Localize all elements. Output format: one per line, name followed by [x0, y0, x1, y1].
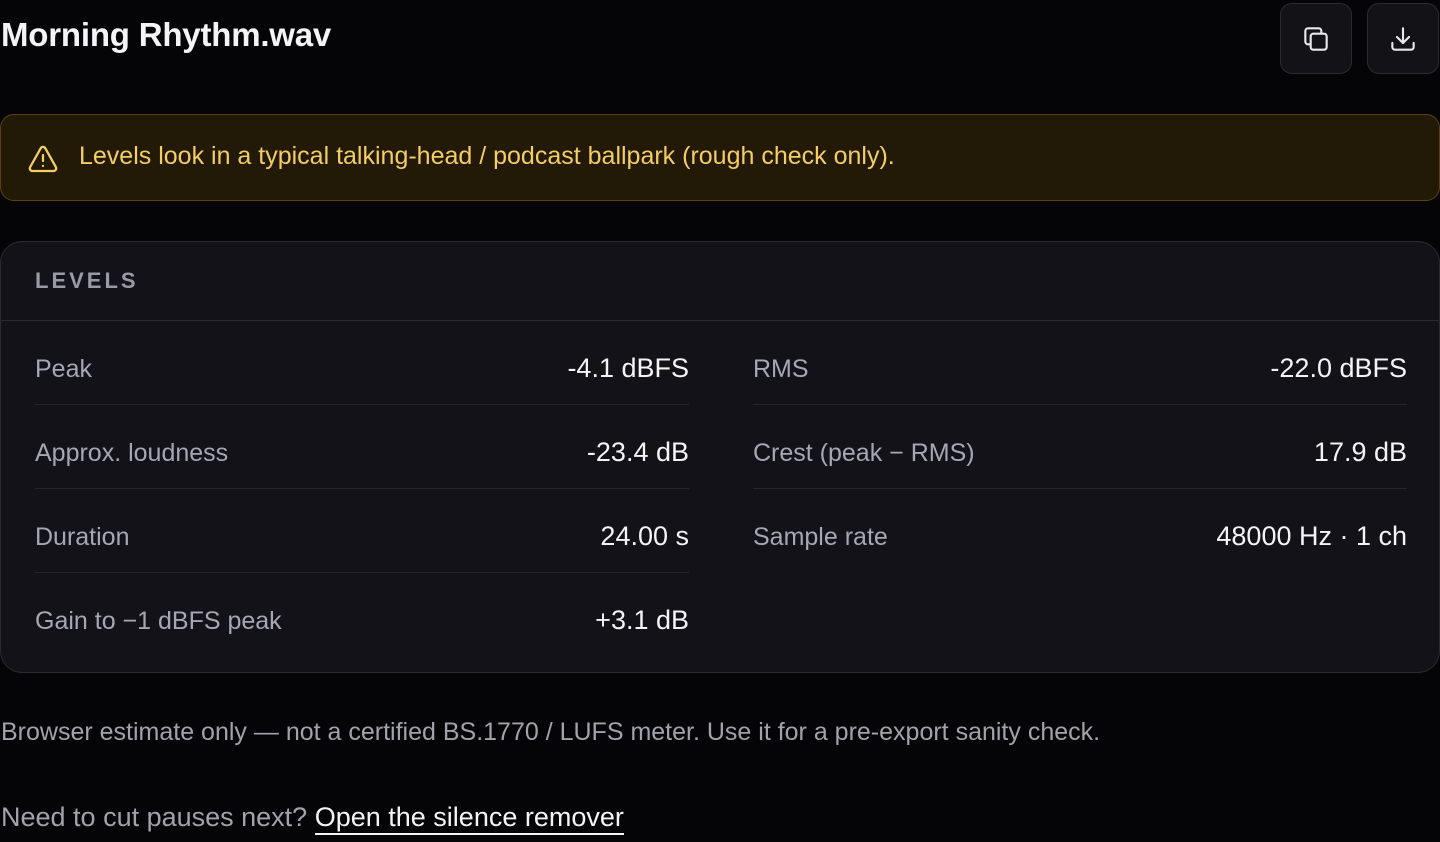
next-step: Need to cut pauses next? Open the silenc… — [1, 802, 624, 835]
metric-value: -22.0 dBFS — [1270, 353, 1407, 383]
alert-text: Levels look in a typical talking-head / … — [79, 142, 895, 170]
page: Morning Rhythm.wav Levels look in a typi… — [0, 0, 1440, 842]
metric-value: -23.4 dB — [586, 437, 689, 467]
metric-label: Peak — [35, 355, 92, 383]
metric-row-rms: RMS -22.0 dBFS — [753, 321, 1407, 405]
download-icon — [1391, 26, 1415, 51]
metric-label: Sample rate — [753, 523, 888, 551]
silence-remover-link[interactable]: Open the silence remover — [314, 802, 624, 835]
estimate-note: Browser estimate only — not a certified … — [1, 718, 1101, 746]
metric-label: Approx. loudness — [35, 439, 229, 467]
next-step-prefix: Need to cut pauses next? — [1, 802, 308, 832]
metric-value: 24.00 s — [600, 521, 689, 551]
levels-card: LEVELS Peak -4.1 dBFS Approx. loudness -… — [0, 241, 1440, 673]
copy-button[interactable] — [1280, 3, 1352, 74]
header: Morning Rhythm.wav — [0, 0, 1440, 76]
metric-row-duration: Duration 24.00 s — [35, 489, 689, 573]
levels-title: LEVELS — [35, 268, 139, 293]
metric-label: Gain to −1 dBFS peak — [35, 607, 282, 635]
download-button[interactable] — [1367, 3, 1439, 74]
metric-label: RMS — [753, 355, 809, 383]
metric-value: 17.9 dB — [1313, 437, 1407, 467]
warning-triangle-icon — [28, 145, 58, 173]
metric-label: Duration — [35, 523, 130, 551]
metric-value: 48000 Hz · 1 ch — [1216, 521, 1407, 551]
levels-right-column: RMS -22.0 dBFS Crest (peak − RMS) 17.9 d… — [753, 321, 1407, 573]
metric-row-crest: Crest (peak − RMS) 17.9 dB — [753, 405, 1407, 489]
metric-row-loudness: Approx. loudness -23.4 dB — [35, 405, 689, 489]
metric-row-gain: Gain to −1 dBFS peak +3.1 dB — [35, 573, 689, 657]
metric-row-peak: Peak -4.1 dBFS — [35, 321, 689, 405]
file-title: Morning Rhythm.wav — [1, 16, 332, 53]
levels-alert: Levels look in a typical talking-head / … — [0, 114, 1440, 201]
metric-value: -4.1 dBFS — [567, 353, 689, 383]
levels-left-column: Peak -4.1 dBFS Approx. loudness -23.4 dB… — [35, 321, 689, 657]
metric-row-sample-rate: Sample rate 48000 Hz · 1 ch — [753, 489, 1407, 573]
metric-label: Crest (peak − RMS) — [753, 439, 975, 467]
metric-value: +3.1 dB — [595, 605, 689, 635]
copy-icon — [1304, 26, 1328, 51]
levels-card-header: LEVELS — [1, 242, 1439, 321]
